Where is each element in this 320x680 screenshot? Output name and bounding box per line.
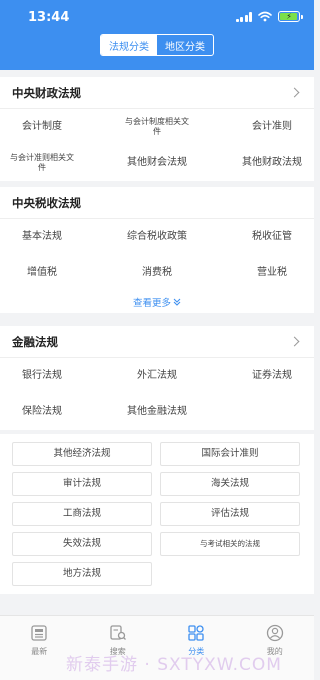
section-other-laws: 其他经济法规 国际会计准则 审计法规 海关法规 工商法规 评估法规 失效法规 与… [0, 434, 314, 594]
category-item[interactable]: 保险法规 [0, 394, 84, 430]
tab-region-category[interactable]: 地区分类 [157, 35, 213, 55]
signal-icon [235, 11, 252, 22]
status-icons: ⚡ [235, 11, 303, 22]
tab-category[interactable]: 分类 [157, 616, 236, 680]
category-item[interactable]: 与会计准则相关文件 [0, 145, 84, 181]
chevron-right-icon [289, 336, 300, 347]
category-item[interactable]: 消费税 [84, 255, 230, 291]
category-item[interactable]: 其他财会法规 [84, 145, 230, 181]
category-item[interactable]: 综合税收政策 [84, 219, 230, 255]
category-item[interactable]: 会计准则 [230, 109, 314, 145]
category-box[interactable]: 地方法规 [12, 562, 152, 586]
news-icon [31, 625, 47, 641]
category-box[interactable]: 工商法规 [12, 502, 152, 526]
category-box[interactable]: 评估法规 [160, 502, 300, 526]
battery-icon: ⚡ [278, 11, 303, 22]
section-header[interactable]: 中央财政法规 [0, 77, 314, 109]
top-bar: 13:44 ⚡ 法规分类 地区分类 [0, 0, 314, 70]
category-item[interactable]: 增值税 [0, 255, 84, 291]
category-box[interactable]: 审计法规 [12, 472, 152, 496]
category-item[interactable]: 营业税 [230, 255, 314, 291]
category-box[interactable]: 失效法规 [12, 532, 152, 556]
section-header[interactable]: 中央税收法规 [0, 187, 314, 219]
section-title: 金融法规 [12, 334, 58, 349]
category-item[interactable]: 银行法规 [0, 358, 84, 394]
section-central-finance: 中央财政法规 会计制度 与会计制度相关文件 会计准则 与会计准则相关文件 其他财… [0, 77, 314, 181]
tab-label: 搜索 [109, 647, 126, 656]
category-item[interactable]: 与会计制度相关文件 [84, 109, 230, 145]
chevron-right-icon [289, 87, 300, 98]
tab-label: 我的 [266, 647, 283, 656]
category-item[interactable]: 外汇法规 [84, 358, 230, 394]
category-grid-icon [188, 625, 204, 641]
tab-label: 分类 [188, 647, 205, 656]
tab-mine[interactable]: 我的 [236, 616, 315, 680]
category-item[interactable]: 证券法规 [230, 358, 314, 394]
section-header[interactable]: 金融法规 [0, 326, 314, 358]
user-icon [266, 624, 283, 642]
category-box[interactable]: 国际会计准则 [160, 442, 300, 466]
category-item[interactable]: 税收征管 [230, 219, 314, 255]
category-box[interactable]: 与考试相关的法规 [160, 532, 300, 556]
tab-latest[interactable]: 最新 [0, 616, 79, 680]
category-item[interactable]: 其他金融法规 [84, 394, 230, 430]
tab-label: 最新 [31, 647, 48, 656]
section-central-tax: 中央税收法规 基本法规 综合税收政策 税收征管 增值税 消费税 营业税 查看更多 [0, 187, 314, 313]
show-more-button[interactable]: 查看更多 [0, 291, 314, 313]
double-chevron-down-icon [173, 298, 181, 306]
section-title: 中央财政法规 [12, 85, 81, 100]
category-item[interactable]: 其他财政法规 [230, 145, 314, 181]
section-title: 中央税收法规 [12, 195, 81, 210]
tab-law-category[interactable]: 法规分类 [101, 35, 157, 55]
bottom-tab-bar: 最新 搜索 分类 我的 [0, 615, 314, 680]
wifi-icon [258, 11, 272, 22]
search-icon [110, 625, 126, 640]
show-more-label: 查看更多 [132, 298, 171, 309]
empty-cell [230, 394, 314, 430]
category-segment-control: 法规分类 地区分类 [100, 34, 214, 56]
category-box[interactable]: 海关法规 [160, 472, 300, 496]
section-finance-law: 金融法规 银行法规 外汇法规 证券法规 保险法规 其他金融法规 [0, 326, 314, 430]
tab-search[interactable]: 搜索 [79, 616, 158, 680]
category-item[interactable]: 基本法规 [0, 219, 84, 255]
status-time: 13:44 [28, 10, 70, 25]
category-item[interactable]: 会计制度 [0, 109, 84, 145]
category-box[interactable]: 其他经济法规 [12, 442, 152, 466]
